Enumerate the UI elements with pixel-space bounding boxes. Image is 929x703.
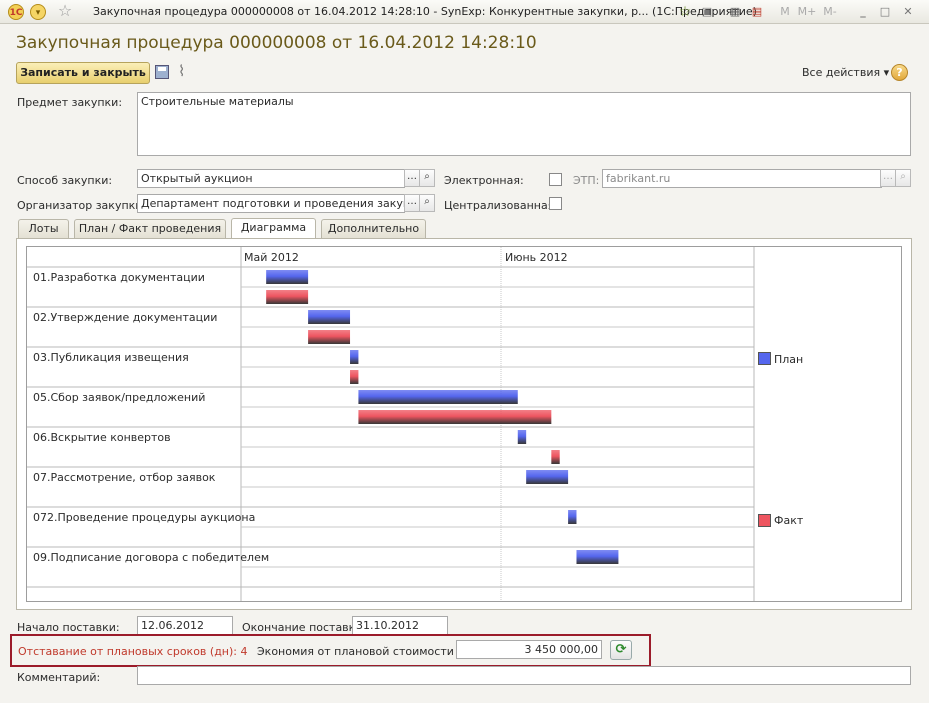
delivery-end-label: Окончание поставки: [242,621,367,634]
comment-field[interactable] [137,666,911,685]
star-icon[interactable]: ☆ [56,2,74,20]
save-and-close-button[interactable]: Записать и закрыть [16,62,150,84]
save-icon[interactable] [155,65,169,79]
fact-bar [350,370,359,384]
organizer-select-button[interactable]: … [404,194,420,212]
task-name-label: 09.Подписание договора с победителем [33,551,270,564]
plan-bar [576,550,619,564]
memory-m-button[interactable]: M [776,3,794,21]
subject-field[interactable]: Строительные материалы [137,92,911,156]
refresh-icon[interactable]: ⟳ [610,640,632,660]
centralized-label: Централизованная: [444,199,559,212]
task-name-label: 07.Рассмотрение, отбор заявок [33,471,216,484]
etp-field[interactable]: fabrikant.ru [602,169,882,188]
method-label: Способ закупки: [17,174,113,187]
memory-mplus-button[interactable]: M+ [796,3,818,21]
help-icon[interactable]: ? [891,64,908,81]
organizer-label: Организатор закупки: [17,199,147,212]
plan-bar [350,350,359,364]
plan-bar [568,510,577,524]
tab-lots[interactable]: Лоты [18,219,69,238]
window-title: Закупочная процедура 000000008 от 16.04.… [93,5,757,18]
fact-bar [308,330,351,344]
method-select-button[interactable]: … [404,169,420,187]
fact-bar [551,450,560,464]
task-name-label: 05.Сбор заявок/предложений [33,391,206,404]
month-label-may: Май 2012 [244,251,299,264]
task-name-label: 02.Утверждение документации [33,311,218,324]
calendar-icon[interactable]: ▤ [748,3,766,21]
plan-bar [517,430,527,444]
comment-label: Комментарий: [17,671,101,684]
menu-dropdown-icon[interactable]: ▾ [30,4,46,20]
month-label-june: Июнь 2012 [505,251,568,264]
plan-bar [526,470,569,484]
legend-swatch-fact [758,514,771,527]
bookmark-icon[interactable]: ▣ [698,3,716,21]
maximize-icon[interactable]: □ [876,3,894,21]
method-search-icon[interactable]: ⌕ [419,169,435,187]
favorite-star-icon[interactable]: ☆ [676,3,694,21]
tab-diagram[interactable]: Диаграмма [231,218,316,239]
organizer-search-icon[interactable]: ⌕ [419,194,435,212]
electronic-checkbox[interactable] [549,173,562,186]
app-logo-icon[interactable]: 1С [8,4,24,20]
economy-label: Экономия от плановой стоимости (р.): [257,645,481,658]
delivery-start-field[interactable]: 12.06.2012 [137,616,233,635]
window-titlebar: 1С ▾ ☆ Закупочная процедура 000000008 от… [0,0,929,24]
plan-bar [308,310,351,324]
plan-bar [266,270,309,284]
attach-icon[interactable]: ⌇ [178,62,185,80]
tab-plan-fact[interactable]: План / Факт проведения [74,219,226,238]
gantt-chart: Май 2012 Июнь 2012 01.Разработка докумен… [26,246,902,602]
fact-bar [358,410,552,424]
memory-mminus-button[interactable]: M- [820,3,840,21]
subject-label: Предмет закупки: [17,96,123,109]
legend-label-fact: Факт [774,514,804,527]
method-field[interactable]: Открытый аукцион [137,169,405,188]
close-icon[interactable]: ✕ [899,3,917,21]
legend-swatch-plan [758,352,771,365]
schedule-lag-text: Отставание от плановых сроков (дн): 4 [18,645,248,658]
task-name-label: 01.Разработка документации [33,271,205,284]
centralized-checkbox[interactable] [549,197,562,210]
gantt-canvas [27,247,755,601]
etp-label: ЭТП: [573,174,600,187]
delivery-start-label: Начало поставки: [17,621,120,634]
economy-field[interactable]: 3 450 000,00 [456,640,602,659]
task-name-label: 072.Проведение процедуры аукциона [33,511,256,524]
document-title: Закупочная процедура 000000008 от 16.04.… [16,33,537,53]
etp-select-button[interactable]: … [880,169,896,187]
electronic-label: Электронная: [444,174,524,187]
task-name-label: 03.Публикация извещения [33,351,189,364]
tab-additional[interactable]: Дополнительно [321,219,426,238]
plan-bar [358,390,518,404]
legend-label-plan: План [774,353,804,366]
delivery-end-field[interactable]: 31.10.2012 [352,616,448,635]
minimize-icon[interactable]: _ [854,3,872,21]
fact-bar [266,290,309,304]
all-actions-menu[interactable]: Все действия ▾ [802,66,889,79]
etp-search-icon[interactable]: ⌕ [895,169,911,187]
organizer-field[interactable]: Департамент подготовки и проведения заку… [137,194,405,213]
calculator-icon[interactable]: ▦ [726,3,744,21]
task-name-label: 06.Вскрытие конвертов [33,431,171,444]
